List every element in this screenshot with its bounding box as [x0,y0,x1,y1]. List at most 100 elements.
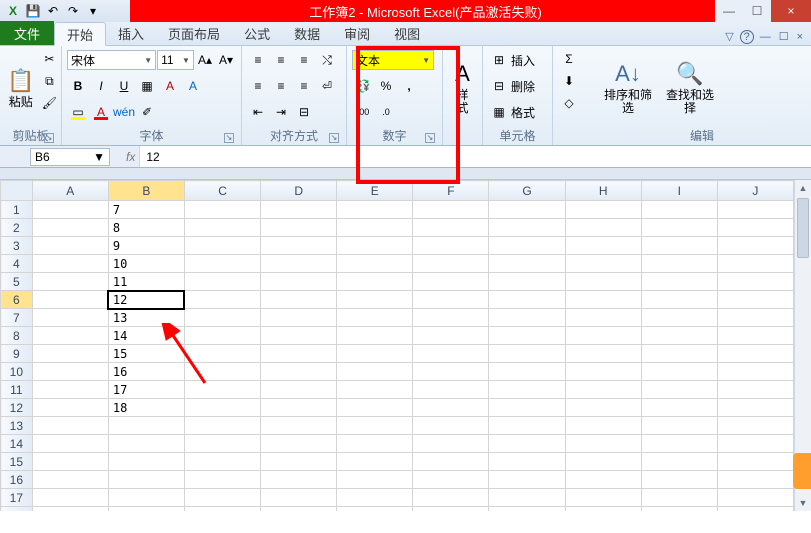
cell-F3[interactable] [413,237,489,255]
cell-C16[interactable] [184,471,260,489]
cell-G5[interactable] [489,273,565,291]
tab-home[interactable]: 开始 [54,22,106,46]
row-header-18[interactable]: 18 [1,507,33,512]
number-launcher-icon[interactable]: ↘ [425,133,435,143]
column-header-A[interactable]: A [32,181,108,201]
cell-D13[interactable] [261,417,337,435]
column-header-E[interactable]: E [337,181,413,201]
phonetic-button[interactable]: wén [113,102,135,122]
column-header-F[interactable]: F [413,181,489,201]
cell-A17[interactable] [32,489,108,507]
sort-filter-button[interactable]: A↓ 排序和筛选 [598,49,658,127]
cell-H2[interactable] [565,219,641,237]
cell-B4[interactable]: 10 [108,255,184,273]
cell-B16[interactable] [108,471,184,489]
cell-J12[interactable] [717,399,793,417]
cell-F5[interactable] [413,273,489,291]
cell-F2[interactable] [413,219,489,237]
cell-A9[interactable] [32,345,108,363]
minimize-button[interactable]: — [715,0,743,22]
cell-C6[interactable] [184,291,260,309]
cell-F4[interactable] [413,255,489,273]
wrap-text-icon[interactable]: ⏎ [316,76,338,96]
tab-view[interactable]: 视图 [382,21,432,45]
orientation-icon[interactable]: ⤭ [316,50,338,70]
qat-customize-icon[interactable]: ▾ [84,2,102,20]
font-grow-a-icon[interactable]: A [159,76,181,96]
row-header-11[interactable]: 11 [1,381,33,399]
row-header-16[interactable]: 16 [1,471,33,489]
tab-file[interactable]: 文件 [0,21,54,45]
tab-insert[interactable]: 插入 [106,21,156,45]
cell-D17[interactable] [261,489,337,507]
workbook-close-icon[interactable]: × [795,29,805,45]
cell-E1[interactable] [337,201,413,219]
cell-B15[interactable] [108,453,184,471]
name-box[interactable]: B6▼ [30,148,110,166]
cell-G4[interactable] [489,255,565,273]
cell-C2[interactable] [184,219,260,237]
cell-H11[interactable] [565,381,641,399]
cell-E6[interactable] [337,291,413,309]
cell-D14[interactable] [261,435,337,453]
decrease-decimal-icon[interactable]: .0 [375,102,397,122]
cell-C5[interactable] [184,273,260,291]
cell-H15[interactable] [565,453,641,471]
row-header-3[interactable]: 3 [1,237,33,255]
cell-G3[interactable] [489,237,565,255]
cell-J4[interactable] [717,255,793,273]
formula-input[interactable]: 12 [139,146,811,167]
cell-J6[interactable] [717,291,793,309]
row-header-13[interactable]: 13 [1,417,33,435]
cell-C11[interactable] [184,381,260,399]
cell-C14[interactable] [184,435,260,453]
clear-icon[interactable]: ◇ [558,93,580,113]
cell-J15[interactable] [717,453,793,471]
scroll-thumb[interactable] [797,198,809,258]
border-button[interactable]: ▦ [136,76,158,96]
row-header-14[interactable]: 14 [1,435,33,453]
cell-F16[interactable] [413,471,489,489]
cell-F8[interactable] [413,327,489,345]
insert-cells-icon[interactable]: ⊞ [488,50,510,70]
align-right-icon[interactable]: ≡ [293,76,315,96]
cell-F1[interactable] [413,201,489,219]
tab-data[interactable]: 数据 [282,21,332,45]
cell-A2[interactable] [32,219,108,237]
cell-J5[interactable] [717,273,793,291]
cell-B3[interactable]: 9 [108,237,184,255]
merge-center-icon[interactable]: ⊟ [293,102,315,122]
align-bottom-icon[interactable]: ≡ [293,50,315,70]
cell-E4[interactable] [337,255,413,273]
cut-icon[interactable]: ✂ [38,49,60,69]
cell-J1[interactable] [717,201,793,219]
row-header-7[interactable]: 7 [1,309,33,327]
cell-D6[interactable] [261,291,337,309]
cell-F12[interactable] [413,399,489,417]
cell-A8[interactable] [32,327,108,345]
cell-D11[interactable] [261,381,337,399]
cell-E7[interactable] [337,309,413,327]
cell-A10[interactable] [32,363,108,381]
tab-formulas[interactable]: 公式 [232,21,282,45]
font-launcher-icon[interactable]: ↘ [224,133,234,143]
cell-G15[interactable] [489,453,565,471]
cell-G12[interactable] [489,399,565,417]
align-launcher-icon[interactable]: ↘ [329,133,339,143]
cell-J11[interactable] [717,381,793,399]
cell-F9[interactable] [413,345,489,363]
cell-I16[interactable] [641,471,717,489]
italic-button[interactable]: I [90,76,112,96]
column-header-I[interactable]: I [641,181,717,201]
autosum-icon[interactable]: Σ [558,49,580,69]
cell-F11[interactable] [413,381,489,399]
cell-I15[interactable] [641,453,717,471]
cell-I13[interactable] [641,417,717,435]
cell-I9[interactable] [641,345,717,363]
cell-F15[interactable] [413,453,489,471]
row-header-6[interactable]: 6 [1,291,33,309]
decrease-indent-icon[interactable]: ⇤ [247,102,269,122]
cell-H12[interactable] [565,399,641,417]
cell-D2[interactable] [261,219,337,237]
cell-A1[interactable] [32,201,108,219]
